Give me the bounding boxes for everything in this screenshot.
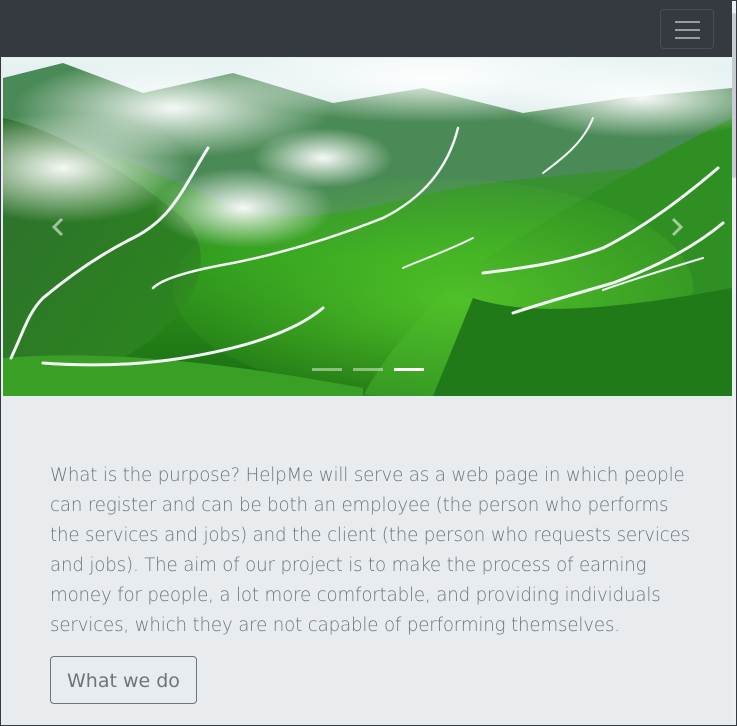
- purpose-section: What is the purpose? HelpMe will serve a…: [50, 461, 700, 704]
- carousel-indicator-2[interactable]: [352, 368, 383, 371]
- vertical-scrollbar[interactable]: [732, 1, 736, 725]
- purpose-paragraph: What is the purpose? HelpMe will serve a…: [50, 465, 690, 636]
- what-we-do-button[interactable]: What we do: [50, 656, 197, 704]
- carousel-next-button[interactable]: [622, 58, 732, 396]
- carousel-indicator-3[interactable]: [393, 368, 424, 371]
- chevron-left-icon: [51, 217, 64, 237]
- navbar: [1, 1, 736, 57]
- chevron-right-icon: [671, 217, 684, 237]
- scrollbar-thumb[interactable]: [732, 13, 736, 178]
- hamburger-menu-icon: [675, 21, 700, 23]
- navbar-toggler-button[interactable]: [660, 9, 714, 49]
- carousel-prev-button[interactable]: [3, 58, 113, 396]
- hamburger-menu-icon-bar: [675, 37, 700, 39]
- browser-viewport: What is the purpose? HelpMe will serve a…: [0, 0, 737, 726]
- image-carousel: [3, 58, 732, 396]
- carousel-indicators: [3, 368, 732, 371]
- carousel-indicator-1[interactable]: [311, 368, 342, 371]
- hamburger-menu-icon-bar: [675, 29, 700, 31]
